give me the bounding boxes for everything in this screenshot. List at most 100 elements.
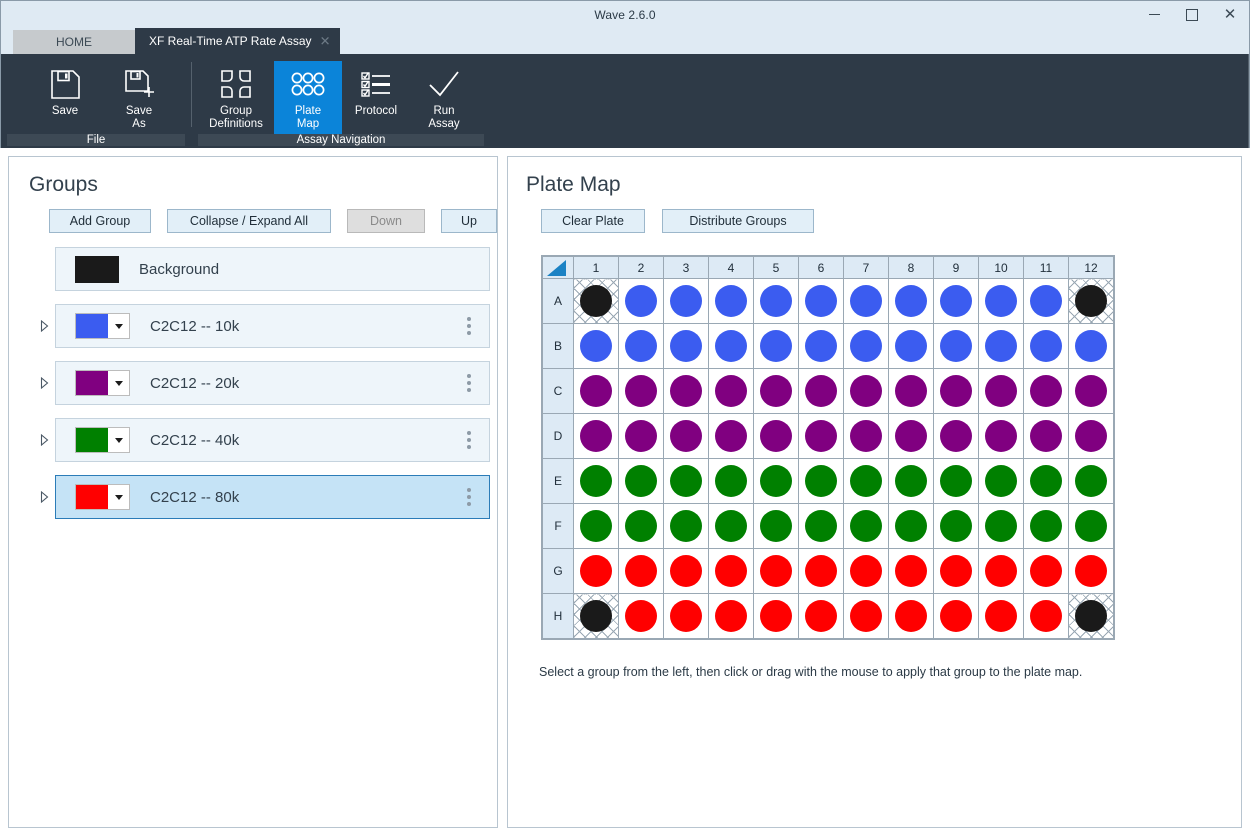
group-menu-icon[interactable] bbox=[467, 374, 471, 392]
plate-well-F12[interactable] bbox=[1069, 504, 1114, 549]
plate-well-F8[interactable] bbox=[889, 504, 934, 549]
group-menu-icon[interactable] bbox=[467, 431, 471, 449]
plate-well-E3[interactable] bbox=[664, 459, 709, 504]
plate-well-G10[interactable] bbox=[979, 549, 1024, 594]
list-item[interactable]: C2C12 -- 20k bbox=[9, 361, 497, 405]
plate-well-C1[interactable] bbox=[574, 369, 619, 414]
plate-well-C2[interactable] bbox=[619, 369, 664, 414]
plate-well-C10[interactable] bbox=[979, 369, 1024, 414]
distribute-groups-button[interactable]: Distribute Groups bbox=[662, 209, 814, 233]
plate-well-D11[interactable] bbox=[1024, 414, 1069, 459]
list-item[interactable]: C2C12 -- 10k bbox=[9, 304, 497, 348]
plate-well-D5[interactable] bbox=[754, 414, 799, 459]
plate-well-G1[interactable] bbox=[574, 549, 619, 594]
plate-well-C11[interactable] bbox=[1024, 369, 1069, 414]
plate-well-F10[interactable] bbox=[979, 504, 1024, 549]
plate-well-G4[interactable] bbox=[709, 549, 754, 594]
plate-column-header[interactable]: 11 bbox=[1024, 257, 1069, 279]
plate-well-E2[interactable] bbox=[619, 459, 664, 504]
plate-well-H4[interactable] bbox=[709, 594, 754, 639]
chevron-down-icon[interactable] bbox=[108, 314, 129, 338]
plate-map-button[interactable]: Plate Map bbox=[274, 61, 342, 134]
plate-well-F9[interactable] bbox=[934, 504, 979, 549]
plate-well-F4[interactable] bbox=[709, 504, 754, 549]
plate-well-A9[interactable] bbox=[934, 279, 979, 324]
plate-well-H2[interactable] bbox=[619, 594, 664, 639]
plate-well-C4[interactable] bbox=[709, 369, 754, 414]
chevron-down-icon[interactable] bbox=[108, 485, 129, 509]
plate-column-header[interactable]: 4 bbox=[709, 257, 754, 279]
plate-column-header[interactable]: 12 bbox=[1069, 257, 1114, 279]
expand-arrow-icon[interactable] bbox=[33, 320, 55, 332]
group-color-picker[interactable] bbox=[75, 484, 130, 510]
group-color-picker[interactable] bbox=[75, 427, 130, 453]
plate-well-H7[interactable] bbox=[844, 594, 889, 639]
group-row-c2c12-20k[interactable]: C2C12 -- 20k bbox=[55, 361, 490, 405]
group-row-c2c12-80k[interactable]: C2C12 -- 80k bbox=[55, 475, 490, 519]
plate-well-B12[interactable] bbox=[1069, 324, 1114, 369]
plate-well-A10[interactable] bbox=[979, 279, 1024, 324]
plate-well-A1[interactable] bbox=[574, 279, 619, 324]
group-definitions-button[interactable]: Group Definitions bbox=[198, 61, 274, 134]
plate-well-B3[interactable] bbox=[664, 324, 709, 369]
list-item[interactable]: C2C12 -- 80k bbox=[9, 475, 497, 519]
plate-grid[interactable]: 123456789101112 ABCDEFGH bbox=[541, 255, 1115, 640]
plate-well-D7[interactable] bbox=[844, 414, 889, 459]
plate-column-header[interactable]: 7 bbox=[844, 257, 889, 279]
plate-well-C12[interactable] bbox=[1069, 369, 1114, 414]
plate-well-H3[interactable] bbox=[664, 594, 709, 639]
group-color-picker[interactable] bbox=[75, 313, 130, 339]
plate-column-header[interactable]: 2 bbox=[619, 257, 664, 279]
list-item[interactable]: C2C12 -- 40k bbox=[9, 418, 497, 462]
plate-well-F1[interactable] bbox=[574, 504, 619, 549]
plate-well-D3[interactable] bbox=[664, 414, 709, 459]
plate-column-header[interactable]: 3 bbox=[664, 257, 709, 279]
plate-well-F6[interactable] bbox=[799, 504, 844, 549]
minimize-icon[interactable] bbox=[1135, 1, 1173, 28]
plate-well-F5[interactable] bbox=[754, 504, 799, 549]
plate-well-C7[interactable] bbox=[844, 369, 889, 414]
plate-row-header[interactable]: B bbox=[543, 324, 574, 369]
plate-well-E1[interactable] bbox=[574, 459, 619, 504]
group-row-c2c12-40k[interactable]: C2C12 -- 40k bbox=[55, 418, 490, 462]
plate-well-D6[interactable] bbox=[799, 414, 844, 459]
plate-well-H11[interactable] bbox=[1024, 594, 1069, 639]
list-item[interactable]: Background bbox=[9, 247, 497, 291]
plate-well-E10[interactable] bbox=[979, 459, 1024, 504]
tab-home[interactable]: HOME bbox=[13, 30, 135, 54]
plate-well-G3[interactable] bbox=[664, 549, 709, 594]
group-row-c2c12-10k[interactable]: C2C12 -- 10k bbox=[55, 304, 490, 348]
save-button[interactable]: Save bbox=[31, 61, 99, 121]
plate-row-header[interactable]: C bbox=[543, 369, 574, 414]
add-group-button[interactable]: Add Group bbox=[49, 209, 151, 233]
plate-well-C3[interactable] bbox=[664, 369, 709, 414]
select-all-corner[interactable] bbox=[543, 257, 574, 279]
plate-well-F3[interactable] bbox=[664, 504, 709, 549]
plate-column-header[interactable]: 9 bbox=[934, 257, 979, 279]
plate-column-header[interactable]: 6 bbox=[799, 257, 844, 279]
plate-well-H9[interactable] bbox=[934, 594, 979, 639]
group-menu-icon[interactable] bbox=[467, 317, 471, 335]
plate-well-C6[interactable] bbox=[799, 369, 844, 414]
plate-well-B2[interactable] bbox=[619, 324, 664, 369]
plate-well-B4[interactable] bbox=[709, 324, 754, 369]
plate-well-A12[interactable] bbox=[1069, 279, 1114, 324]
plate-well-E11[interactable] bbox=[1024, 459, 1069, 504]
plate-well-D12[interactable] bbox=[1069, 414, 1114, 459]
plate-column-header[interactable]: 5 bbox=[754, 257, 799, 279]
plate-column-header[interactable]: 10 bbox=[979, 257, 1024, 279]
clear-plate-button[interactable]: Clear Plate bbox=[541, 209, 645, 233]
plate-well-E4[interactable] bbox=[709, 459, 754, 504]
plate-well-H8[interactable] bbox=[889, 594, 934, 639]
plate-well-G8[interactable] bbox=[889, 549, 934, 594]
move-up-button[interactable]: Up bbox=[441, 209, 497, 233]
plate-well-F11[interactable] bbox=[1024, 504, 1069, 549]
plate-well-A4[interactable] bbox=[709, 279, 754, 324]
plate-well-F2[interactable] bbox=[619, 504, 664, 549]
plate-well-E9[interactable] bbox=[934, 459, 979, 504]
plate-well-H1[interactable] bbox=[574, 594, 619, 639]
plate-row-header[interactable]: D bbox=[543, 414, 574, 459]
plate-well-A7[interactable] bbox=[844, 279, 889, 324]
plate-well-D8[interactable] bbox=[889, 414, 934, 459]
collapse-expand-all-button[interactable]: Collapse / Expand All bbox=[167, 209, 331, 233]
